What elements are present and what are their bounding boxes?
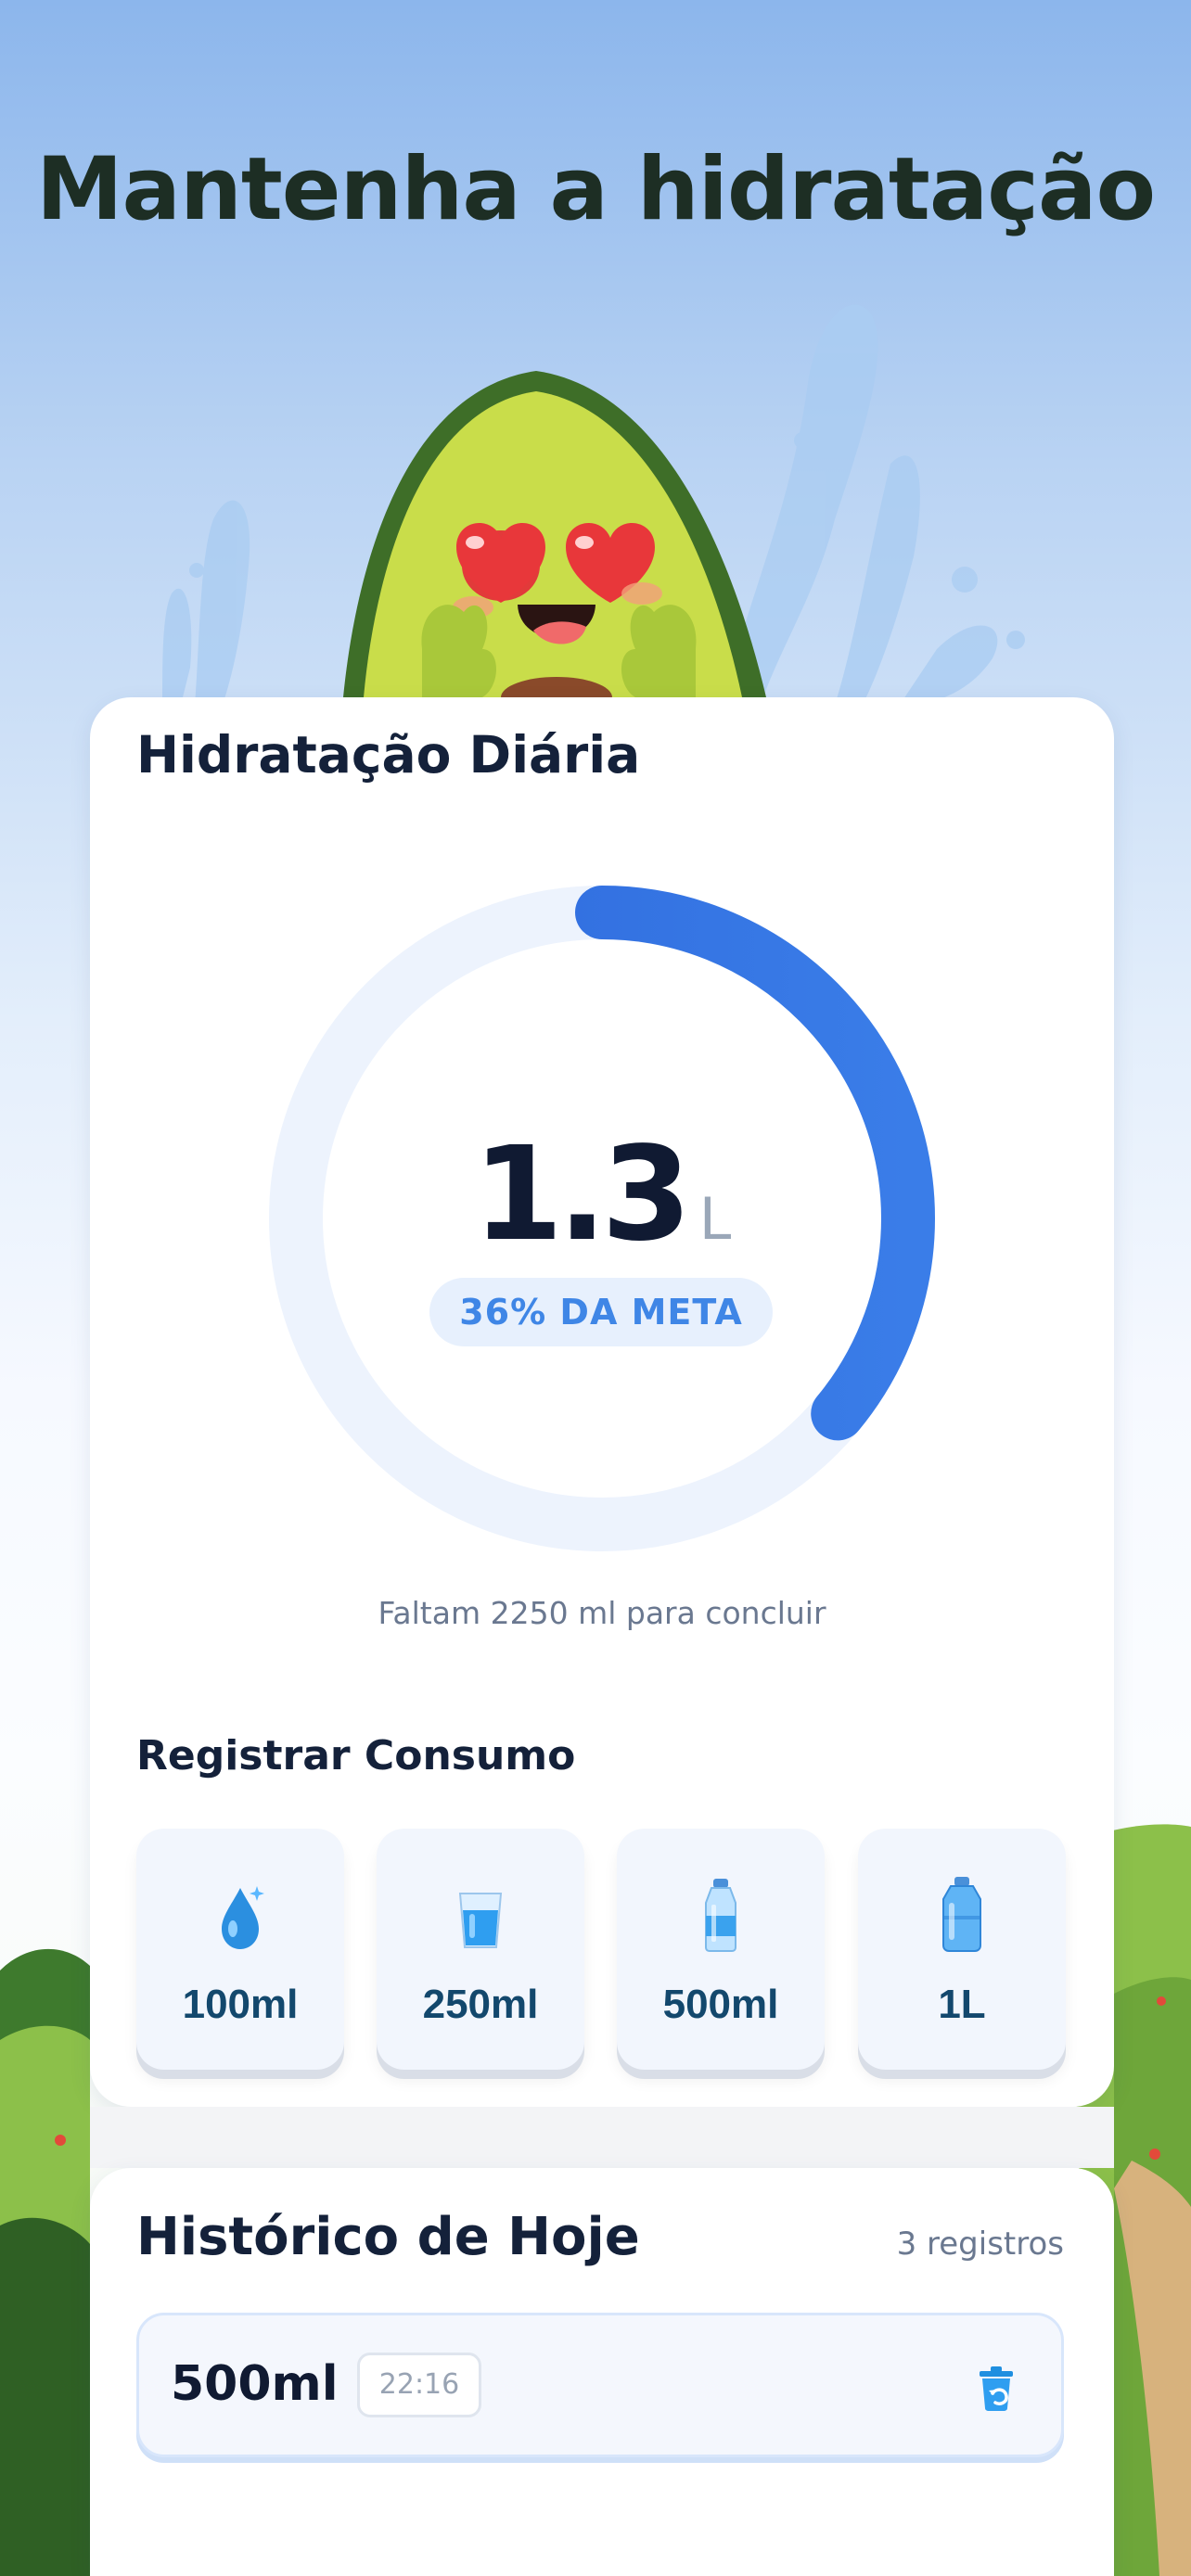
daily-hydration-title: Hidratação Diária xyxy=(136,725,641,784)
intake-amount: 1.3 xyxy=(472,1119,692,1270)
history-card: Histórico de Hoje 3 registros 500ml 22:1… xyxy=(90,2168,1114,2576)
goal-percent-badge: 36% DA META xyxy=(429,1278,773,1346)
history-entry-time: 22:16 xyxy=(357,2353,481,2417)
progress-ring: 1.3 L 36% DA META xyxy=(266,883,938,1554)
remaining-text: Faltam 2250 ml para concluir xyxy=(378,1595,826,1631)
water-jug-icon xyxy=(942,1877,981,1952)
add-100ml-button[interactable]: 100ml xyxy=(136,1829,344,2070)
water-bottle-icon xyxy=(705,1879,736,1952)
water-drop-icon xyxy=(222,1886,264,1949)
history-count: 3 registros xyxy=(896,2225,1064,2263)
page-headline: Mantenha a hidratação xyxy=(35,139,1156,240)
card-separator xyxy=(90,2107,1114,2168)
undo-entry-button[interactable] xyxy=(968,2360,1024,2416)
history-entry: 500ml 22:16 xyxy=(136,2313,1064,2457)
history-entry-amount: 500ml xyxy=(171,2356,339,2412)
water-glass-icon xyxy=(458,1893,503,1948)
history-title: Histórico de Hoje xyxy=(136,2207,640,2267)
register-consumption-title: Registrar Consumo xyxy=(136,1732,576,1779)
option-label: 100ml xyxy=(182,1982,299,2027)
daily-hydration-card: Hidratação Diária 1.3 L 36% DA META Falta… xyxy=(90,697,1114,2107)
intake-value: 1.3 L xyxy=(266,1119,938,1270)
option-label: 500ml xyxy=(662,1982,779,2027)
add-250ml-button[interactable]: 250ml xyxy=(377,1829,584,2070)
intake-unit: L xyxy=(698,1185,732,1253)
add-1l-button[interactable]: 1L xyxy=(858,1829,1066,2070)
undo-trash-icon xyxy=(980,2366,1013,2411)
option-label: 1L xyxy=(938,1982,986,2027)
option-label: 250ml xyxy=(422,1982,539,2027)
add-500ml-button[interactable]: 500ml xyxy=(617,1829,825,2070)
